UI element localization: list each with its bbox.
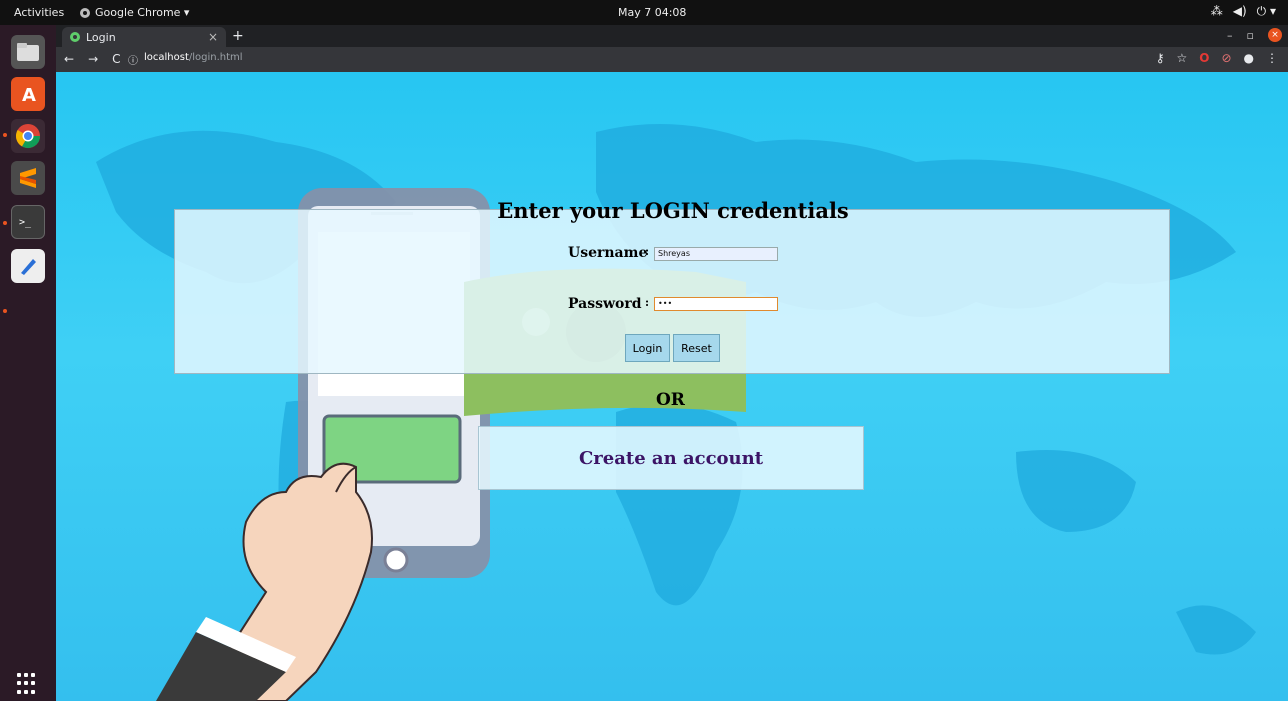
power-icon: ⏻ ▾ — [1256, 4, 1276, 18]
close-window-button[interactable]: × — [1268, 28, 1282, 42]
network-icon: ⁂ — [1210, 4, 1223, 18]
browser-window: Login × + – ▫ × ← → C ⓘ localhost/login.… — [56, 25, 1288, 701]
username-input[interactable]: Shreyas — [654, 247, 778, 261]
back-icon[interactable]: ← — [64, 52, 74, 66]
svg-text:>_: >_ — [19, 217, 32, 228]
running-indicator — [3, 221, 7, 225]
url-path: /login.html — [188, 52, 243, 63]
menu-icon[interactable]: ⋮ — [1266, 51, 1278, 65]
tab-login[interactable]: Login × — [62, 27, 226, 47]
password-separator: : — [645, 296, 650, 309]
forward-icon[interactable]: → — [88, 52, 98, 66]
nav-buttons: ← → C — [64, 52, 121, 66]
login-card: Enter your LOGIN credentials Username : … — [174, 198, 1170, 374]
toolbar-right: ⚷ ☆ O ⊘ ● ⋮ — [1156, 51, 1278, 65]
bookmark-star-icon[interactable]: ☆ — [1176, 51, 1187, 65]
password-input[interactable]: ••• — [654, 297, 778, 311]
system-tray[interactable]: ⁂ ◀) ⏻ ▾ — [1211, 4, 1276, 19]
sublime-text-icon[interactable] — [11, 161, 45, 195]
login-button[interactable]: Login — [625, 334, 670, 362]
page-title: Enter your LOGIN credentials — [497, 198, 849, 223]
files-icon[interactable] — [11, 35, 45, 69]
browser-toolbar: ← → C ⓘ localhost/login.html ⚷ ☆ O ⊘ ● ⋮ — [56, 47, 1288, 72]
maximize-button[interactable]: ▫ — [1247, 29, 1254, 42]
window-controls: – ▫ × — [1227, 28, 1282, 42]
volume-icon: ◀) — [1232, 4, 1247, 18]
tab-close-icon[interactable]: × — [208, 30, 218, 44]
tab-strip: Login × + – ▫ × — [56, 25, 1288, 47]
terminal-icon[interactable]: >_ — [11, 205, 45, 239]
text-editor-icon[interactable] — [11, 249, 45, 283]
create-account-link[interactable]: Create an account — [478, 426, 864, 490]
password-label: Password — [568, 296, 642, 312]
reload-icon[interactable]: C — [112, 52, 120, 66]
software-center-icon[interactable]: A — [11, 77, 45, 111]
clock[interactable]: May 7 04:08 — [618, 6, 686, 19]
or-divider-text: OR — [656, 390, 685, 410]
world-map-background — [96, 124, 1256, 701]
info-icon[interactable]: ⓘ — [128, 52, 138, 67]
app-menu[interactable]: Google Chrome ▾ — [80, 6, 189, 19]
running-indicator — [3, 309, 7, 313]
address-bar[interactable]: ⓘ localhost/login.html — [128, 52, 243, 67]
minimize-button[interactable]: – — [1227, 29, 1233, 42]
tab-title: Login — [86, 30, 116, 44]
username-separator: : — [645, 245, 650, 258]
system-top-bar: Activities Google Chrome ▾ May 7 04:08 ⁂… — [0, 0, 1288, 25]
chrome-icon — [80, 7, 90, 18]
new-tab-button[interactable]: + — [232, 28, 244, 44]
app-menu-label: Google Chrome ▾ — [95, 6, 190, 19]
opera-extension-icon[interactable]: O — [1199, 51, 1209, 65]
page-content: Enter your LOGIN credentials Username : … — [56, 72, 1288, 701]
svg-text:A: A — [22, 85, 36, 105]
activities-button[interactable]: Activities — [14, 6, 64, 19]
page-favicon-icon — [70, 32, 80, 42]
block-extension-icon[interactable]: ⊘ — [1221, 51, 1231, 65]
chrome-app-icon[interactable] — [11, 119, 45, 153]
dock: A >_ — [0, 25, 56, 701]
key-icon[interactable]: ⚷ — [1156, 51, 1165, 65]
url-host: localhost — [144, 52, 189, 63]
running-indicator — [3, 133, 7, 137]
profile-icon[interactable]: ● — [1244, 51, 1254, 65]
show-applications-icon[interactable] — [17, 673, 39, 695]
reset-button[interactable]: Reset — [673, 334, 720, 362]
username-label: Username — [568, 245, 648, 261]
